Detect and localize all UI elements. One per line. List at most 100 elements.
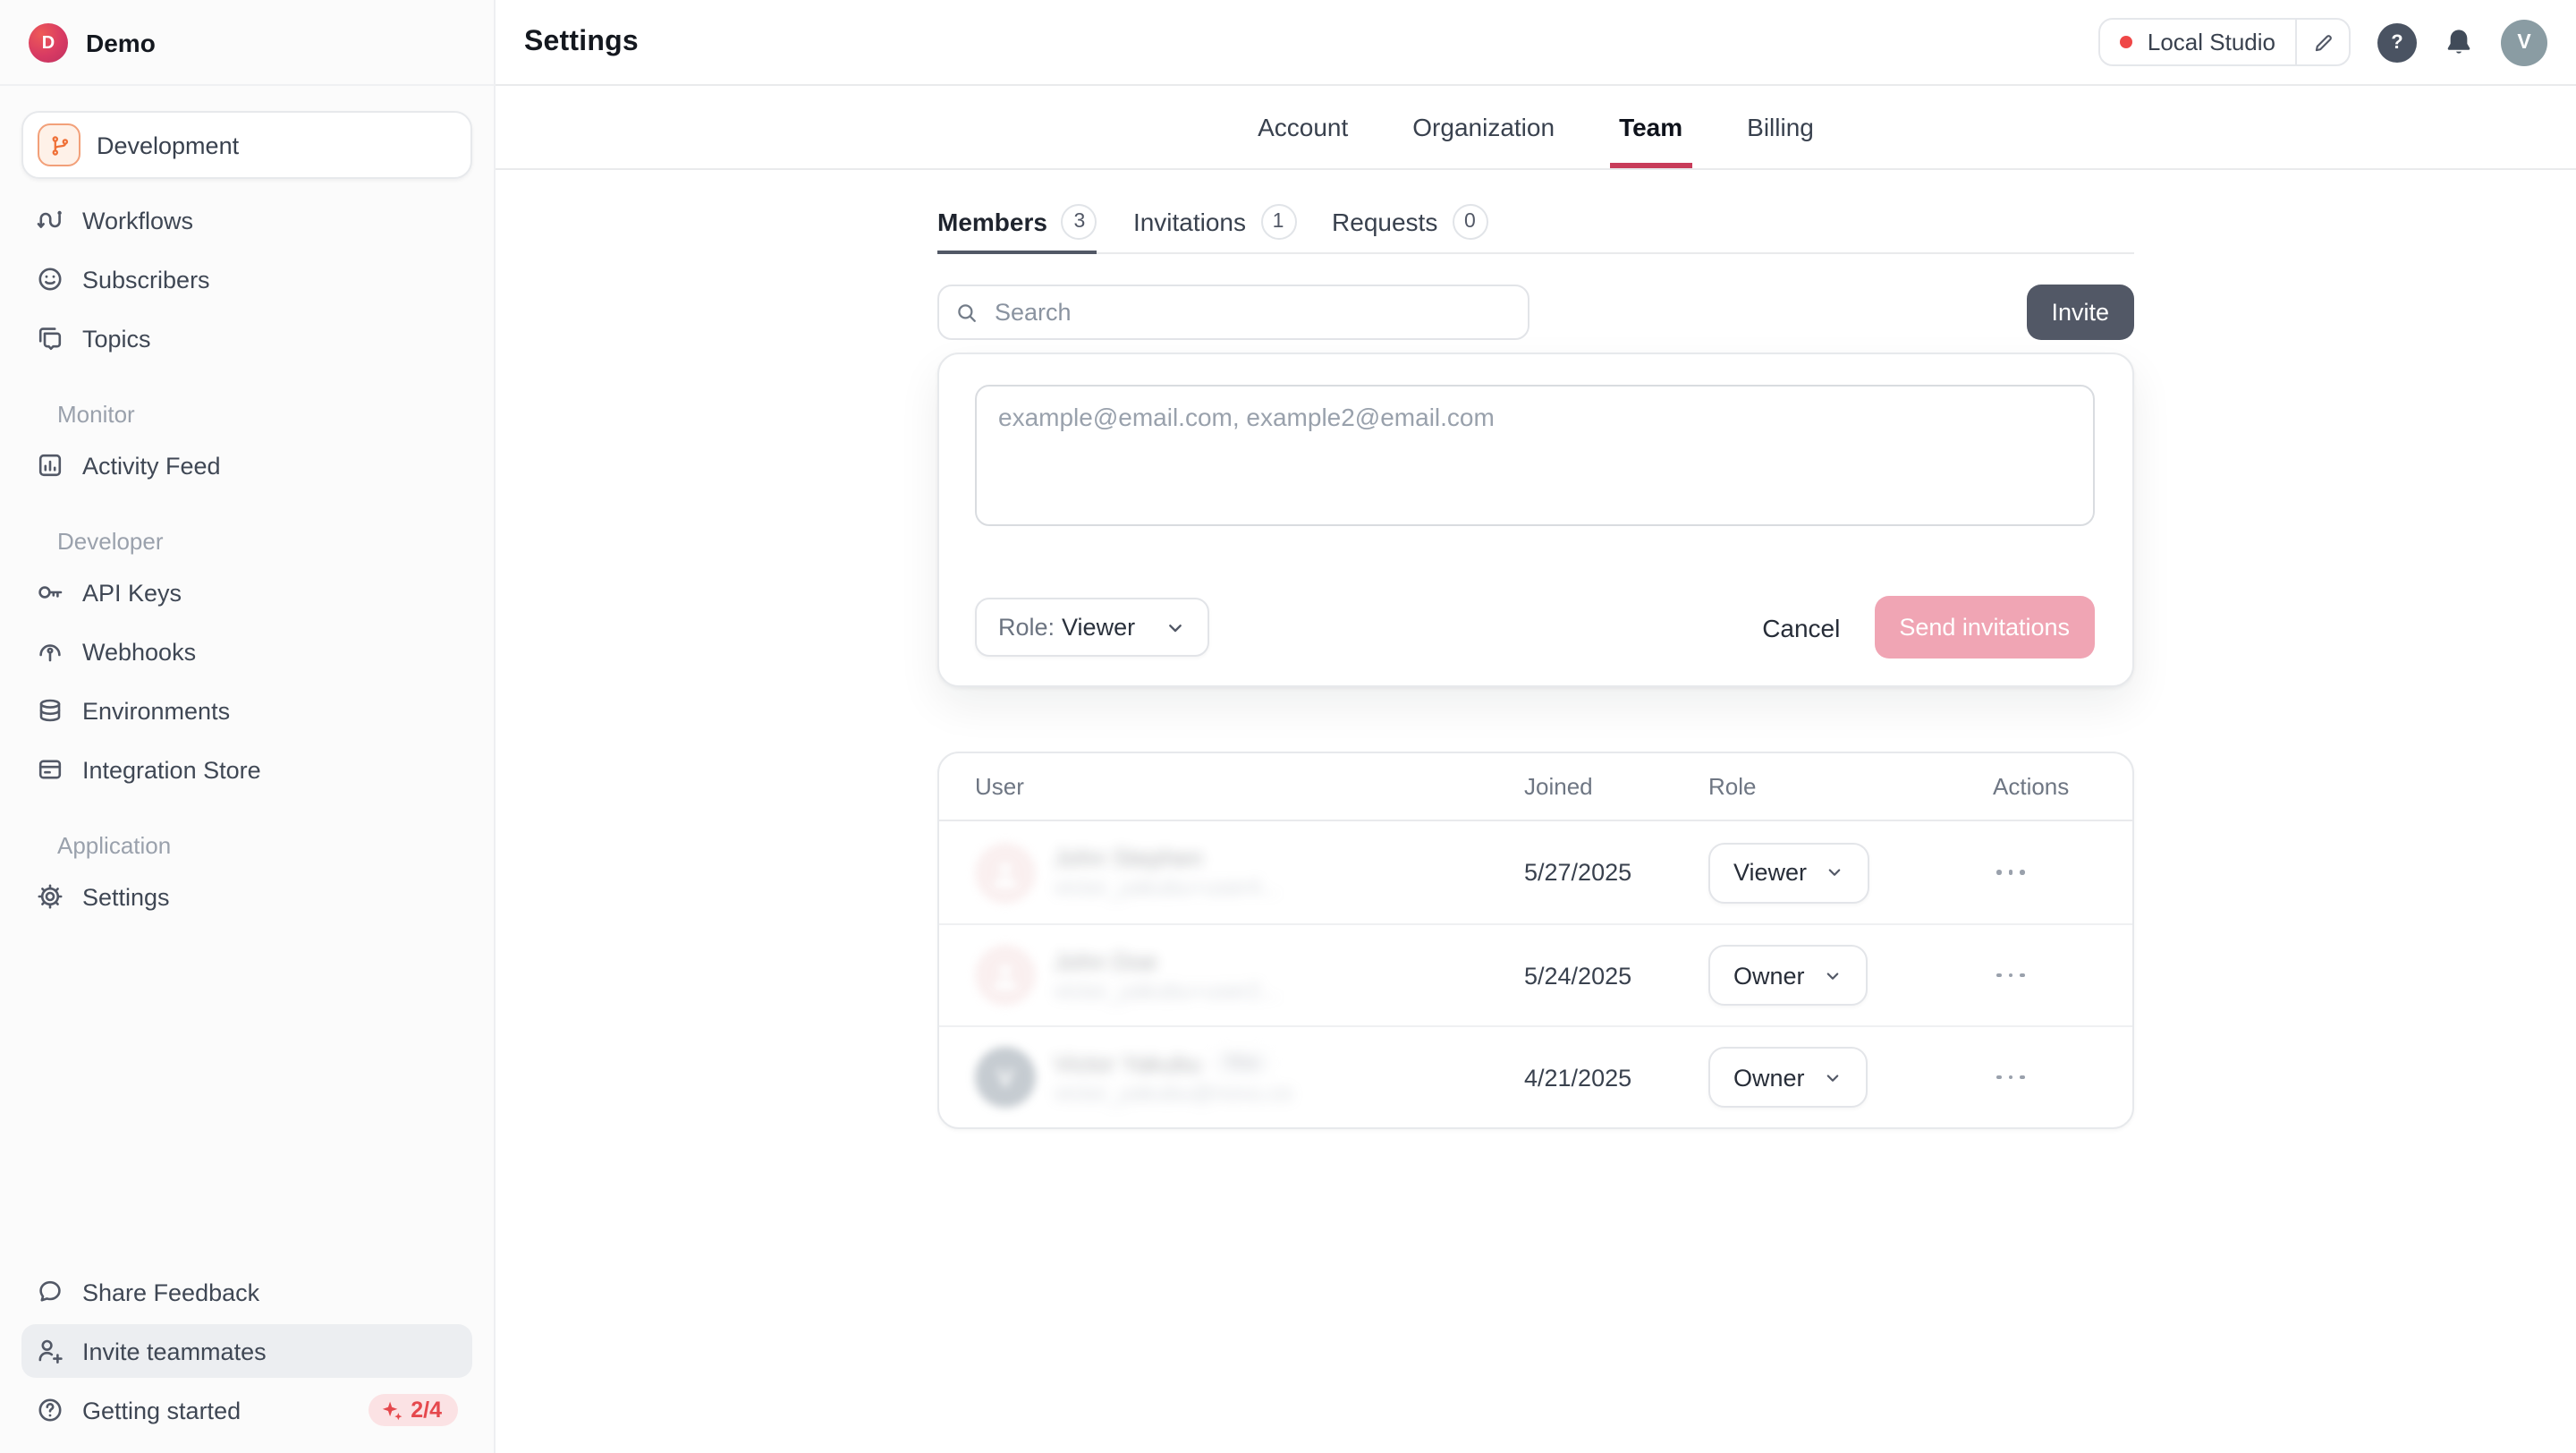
sidebar-item-label: Activity Feed — [82, 452, 221, 479]
sidebar-section-monitor: Monitor — [57, 401, 451, 428]
sidebar-section-application: Application — [57, 832, 451, 859]
sidebar-item-api-keys[interactable]: API Keys — [21, 565, 472, 619]
local-studio-button[interactable]: Local Studio — [2101, 20, 2295, 64]
tab-billing[interactable]: Billing — [1743, 86, 1818, 168]
sidebar-item-integration-store[interactable]: Integration Store — [21, 743, 472, 796]
row-actions-button[interactable] — [1993, 1075, 2097, 1079]
sidebar-item-environments[interactable]: Environments — [21, 684, 472, 737]
sidebar-item-label: Topics — [82, 325, 151, 352]
invite-teammates-button[interactable]: Invite teammates — [21, 1324, 472, 1378]
sidebar-item-label: Share Feedback — [82, 1279, 259, 1305]
sidebar-item-label: Getting started — [82, 1397, 241, 1423]
invite-button[interactable]: Invite — [2026, 285, 2134, 340]
sparkles-icon — [380, 1398, 403, 1422]
git-branch-icon — [38, 123, 80, 166]
invitations-count-badge: 1 — [1260, 204, 1296, 240]
org-initial: D — [42, 33, 55, 53]
notifications-button[interactable] — [2444, 27, 2474, 57]
sidebar-item-label: Integration Store — [82, 756, 261, 783]
row-role-select[interactable]: Owner — [1708, 1047, 1868, 1108]
search-icon — [955, 301, 979, 324]
search-input[interactable] — [937, 285, 1530, 340]
webhook-icon — [36, 637, 64, 666]
subscribers-icon — [36, 265, 64, 293]
help-button[interactable]: ? — [2377, 22, 2417, 62]
you-badge: You — [1212, 1050, 1270, 1075]
tab-label: Team — [1619, 113, 1682, 141]
user-name: Victor Yakubu You — [1054, 1049, 1292, 1076]
tab-team[interactable]: Team — [1615, 86, 1686, 168]
getting-started-button[interactable]: Getting started 2/4 — [21, 1383, 472, 1437]
members-table: User Joined Role Actions John Stephen — [937, 752, 2134, 1129]
invite-form-card: Role: Viewer Cancel Send invitations — [937, 353, 2134, 687]
column-header-actions: Actions — [1993, 773, 2097, 800]
row-actions-button[interactable] — [1993, 973, 2097, 977]
row-role-select[interactable]: Viewer — [1708, 842, 1869, 903]
cancel-button[interactable]: Cancel — [1762, 613, 1840, 642]
tab-organization[interactable]: Organization — [1409, 86, 1558, 168]
sidebar-item-label: Webhooks — [82, 638, 196, 665]
chevron-down-icon — [1823, 1067, 1843, 1087]
team-content: Members 3 Invitations 1 Requests 0 — [937, 170, 2134, 1129]
topbar: Settings Local Studio ? — [496, 0, 2576, 86]
invite-role-select[interactable]: Role: Viewer — [975, 598, 1208, 657]
activity-feed-icon — [36, 451, 64, 480]
sidebar-item-activity-feed[interactable]: Activity Feed — [21, 438, 472, 492]
org-switcher[interactable]: D Demo — [0, 0, 494, 84]
user-initial: V — [2517, 31, 2530, 53]
column-header-role: Role — [1708, 773, 1993, 800]
avatar-initial: V — [997, 1063, 1014, 1092]
environment-switcher[interactable]: Development — [21, 111, 472, 179]
user-name-text: Victor Yakubu — [1054, 1049, 1201, 1076]
subtab-label: Invitations — [1133, 208, 1246, 236]
help-icon: ? — [2391, 31, 2402, 53]
org-avatar: D — [29, 23, 68, 63]
sidebar-item-label: Settings — [82, 883, 170, 910]
send-invitations-button[interactable]: Send invitations — [1874, 596, 2095, 659]
status-dot — [2121, 36, 2133, 48]
sidebar-item-settings[interactable]: Settings — [21, 870, 472, 923]
sidebar-item-topics[interactable]: Topics — [21, 311, 472, 365]
subtab-invitations[interactable]: Invitations 1 — [1133, 191, 1296, 252]
bell-icon — [2444, 27, 2474, 57]
org-name: Demo — [86, 29, 156, 57]
column-header-user: User — [975, 773, 1524, 800]
invite-emails-input[interactable] — [975, 385, 2095, 526]
share-feedback-button[interactable]: Share Feedback — [21, 1265, 472, 1319]
app-window: D Demo Development — [0, 0, 2576, 1453]
topbar-actions: Local Studio ? — [2099, 18, 2547, 66]
subtab-label: Members — [937, 208, 1047, 236]
table-header-row: User Joined Role Actions — [939, 753, 2132, 821]
feedback-icon — [36, 1278, 64, 1306]
sidebar-item-label: Invite teammates — [82, 1338, 267, 1364]
sidebar-item-subscribers[interactable]: Subscribers — [21, 252, 472, 306]
subtab-members[interactable]: Members 3 — [937, 191, 1097, 252]
chevron-down-icon — [1164, 616, 1185, 638]
sidebar-item-webhooks[interactable]: Webhooks — [21, 625, 472, 678]
sidebar-item-workflows[interactable]: Workflows — [21, 193, 472, 247]
row-role-select[interactable]: Owner — [1708, 945, 1868, 1006]
page-title: Settings — [524, 26, 639, 58]
chevron-down-icon — [1823, 965, 1843, 985]
role-value: Owner — [1733, 1064, 1805, 1091]
edit-studio-button[interactable] — [2295, 20, 2349, 64]
table-row: V Victor Yakubu You victor_yakubu@novu.c… — [939, 1025, 2132, 1127]
pencil-icon — [2312, 31, 2334, 53]
local-studio-label: Local Studio — [2148, 29, 2275, 55]
user-avatar[interactable]: V — [2501, 19, 2547, 65]
user-cell: John Doe victor_yakubu+user2... — [975, 945, 1524, 1006]
tab-account[interactable]: Account — [1254, 86, 1352, 168]
search-box — [937, 285, 1530, 340]
user-name: John Doe — [1054, 947, 1279, 974]
sidebar-item-label: Subscribers — [82, 266, 210, 293]
environment-label: Development — [97, 132, 239, 158]
joined-date: 4/21/2025 — [1524, 1064, 1708, 1091]
user-cell: V Victor Yakubu You victor_yakubu@novu.c… — [975, 1047, 1524, 1108]
topics-icon — [36, 324, 64, 353]
invite-form-actions: Cancel Send invitations — [1762, 596, 2095, 659]
user-email: victor_yakubu+user2... — [1054, 978, 1279, 1003]
subtab-requests[interactable]: Requests 0 — [1332, 191, 1487, 252]
row-actions-button[interactable] — [1993, 870, 2097, 874]
sidebar-nav: Workflows Subscribers — [21, 193, 472, 929]
requests-count-badge: 0 — [1452, 204, 1487, 240]
